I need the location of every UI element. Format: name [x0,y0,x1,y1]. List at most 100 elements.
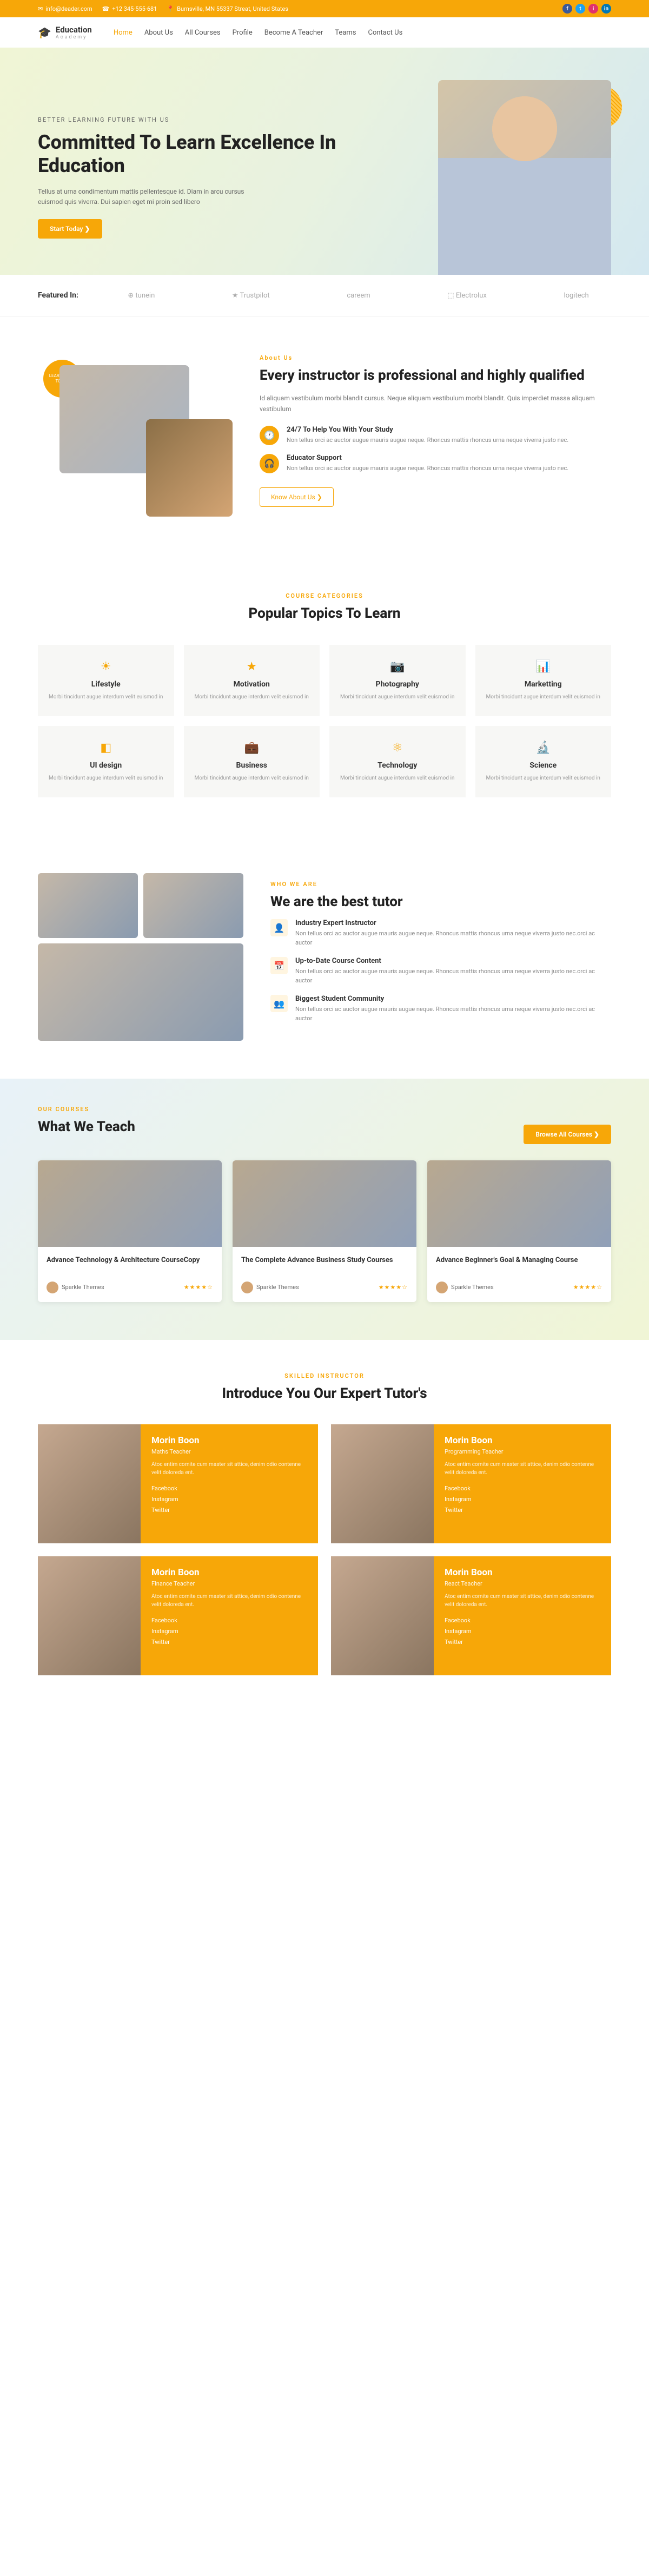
instagram-icon[interactable]: i [588,4,598,14]
categories-title: Popular Topics To Learn [38,605,611,623]
instructor-social-link[interactable]: Instagram [445,1494,600,1505]
category-icon: 📷 [340,660,455,673]
course-rating: ★★★★☆ [573,1284,602,1291]
instructor-social-link[interactable]: Twitter [151,1637,307,1648]
instructor-bio: Atoc entim comite cum master sit attice,… [151,1461,307,1477]
instructor-card-0: Morin BoonMaths TeacherAtoc entim comite… [38,1424,318,1543]
nav-profile[interactable]: Profile [233,29,253,37]
instructor-links: FacebookInstagramTwitter [445,1615,600,1647]
about-feature-1: 🎧Educator SupportNon tellus orci ac auct… [260,454,611,473]
instructor-role: Programming Teacher [445,1448,600,1455]
about-images: LEARN FROM TODAY [38,354,233,517]
nav-contact[interactable]: Contact Us [368,29,403,37]
hero-title: Committed To Learn Excellence In Educati… [38,131,416,177]
instructor-social-link[interactable]: Twitter [445,1505,600,1516]
nav-home[interactable]: Home [114,29,133,37]
who-tag: WHO WE ARE [270,881,611,888]
who-icon: 📅 [270,957,288,974]
feature-icon: 🕐 [260,426,279,445]
courses-tag: OUR COURSES [38,1106,135,1113]
course-author[interactable]: Sparkle Themes [436,1282,494,1293]
course-card-2[interactable]: Advance Beginner's Goal & Managing Cours… [427,1160,611,1302]
instructor-card-3: Morin BoonReact TeacherAtoc entim comite… [331,1556,611,1675]
instructor-social-link[interactable]: Facebook [445,1483,600,1494]
who-item-title: Industry Expert Instructor [295,919,611,927]
courses-title: What We Teach [38,1118,135,1137]
category-title: Business [195,761,309,770]
instructor-social-link[interactable]: Instagram [151,1626,307,1637]
course-title: The Complete Advance Business Study Cour… [241,1256,408,1275]
instructors-title: Introduce You Our Expert Tutor's [38,1385,611,1403]
category-card-2[interactable]: 📷PhotographyMorbi tincidunt augue interd… [329,645,466,716]
category-card-3[interactable]: 📊MarkettingMorbi tincidunt augue interdu… [475,645,612,716]
instructor-links: FacebookInstagramTwitter [151,1615,307,1647]
nav-teams[interactable]: Teams [335,29,356,37]
nav-courses[interactable]: All Courses [185,29,221,37]
partner-electrolux: ⬚ Electrolux [447,292,486,300]
browse-courses-button[interactable]: Browse All Courses ❯ [524,1125,611,1144]
category-title: Technology [340,761,455,770]
avatar-icon [47,1282,58,1293]
instructor-social-link[interactable]: Instagram [445,1626,600,1637]
category-desc: Morbi tincidunt augue interdum velit eui… [195,693,309,701]
avatar-icon [241,1282,253,1293]
instructor-card-1: Morin BoonProgramming TeacherAtoc entim … [331,1424,611,1543]
instructor-social-link[interactable]: Twitter [445,1637,600,1648]
category-card-7[interactable]: 🔬ScienceMorbi tincidunt augue interdum v… [475,726,612,797]
category-card-4[interactable]: ◧UI designMorbi tincidunt augue interdum… [38,726,174,797]
category-title: Lifestyle [49,680,163,689]
instructor-name: Morin Boon [151,1435,307,1446]
nav-about[interactable]: About Us [144,29,173,37]
category-card-1[interactable]: ★MotivationMorbi tincidunt augue interdu… [184,645,320,716]
social-links: f t i in [562,4,611,14]
who-item-0: 👤Industry Expert InstructorNon tellus or… [270,919,611,947]
who-section: WHO WE ARE We are the best tutor 👤Indust… [0,835,649,1079]
instructor-links: FacebookInstagramTwitter [151,1483,307,1515]
who-item-desc: Non tellus orci ac auctor augue mauris a… [295,929,611,947]
start-today-button[interactable]: Start Today ❯ [38,219,102,239]
category-card-0[interactable]: ☀LifestyleMorbi tincidunt augue interdum… [38,645,174,716]
about-desc: Id aliquam vestibulum morbi blandit curs… [260,393,611,415]
topbar-email[interactable]: ✉ info@deader.com [38,5,92,12]
instructor-social-link[interactable]: Instagram [151,1494,307,1505]
course-author[interactable]: Sparkle Themes [47,1282,104,1293]
linkedin-icon[interactable]: in [601,4,611,14]
course-title: Advance Technology & Architecture Course… [47,1256,213,1275]
category-icon: ⚛ [340,741,455,755]
category-desc: Morbi tincidunt augue interdum velit eui… [49,693,163,701]
twitter-icon[interactable]: t [575,4,585,14]
category-title: Motivation [195,680,309,689]
logo-icon: 🎓 [38,26,51,39]
facebook-icon[interactable]: f [562,4,572,14]
instructor-name: Morin Boon [445,1567,600,1578]
about-title: Every instructor is professional and hig… [260,367,611,385]
category-desc: Morbi tincidunt augue interdum velit eui… [195,774,309,782]
course-author[interactable]: Sparkle Themes [241,1282,299,1293]
category-card-6[interactable]: ⚛TechnologyMorbi tincidunt augue interdu… [329,726,466,797]
partner-careem: careem [347,292,370,300]
who-item-title: Up-to-Date Course Content [295,957,611,965]
about-tag: About Us [260,354,611,361]
course-card-0[interactable]: Advance Technology & Architecture Course… [38,1160,222,1302]
course-card-1[interactable]: The Complete Advance Business Study Cour… [233,1160,416,1302]
hero-section: BETTER LEARNING FUTURE WITH US Committed… [0,48,649,275]
instructor-social-link[interactable]: Facebook [151,1615,307,1626]
logo[interactable]: 🎓 EducationAcademy [38,25,92,40]
instructor-social-link[interactable]: Facebook [151,1483,307,1494]
instructor-social-link[interactable]: Twitter [151,1505,307,1516]
instructor-social-link[interactable]: Facebook [445,1615,600,1626]
feature-desc: Non tellus orci ac auctor augue mauris a… [287,464,568,473]
instructor-card-2: Morin BoonFinance TeacherAtoc entim comi… [38,1556,318,1675]
instructor-image [38,1556,141,1675]
topbar-phone[interactable]: ☎ +12 345-555-681 [102,5,157,12]
about-section: LEARN FROM TODAY About Us Every instruct… [0,316,649,554]
who-item-2: 👥Biggest Student CommunityNon tellus orc… [270,995,611,1023]
instructor-image [331,1424,434,1543]
topbar-address: 📍 Burnsville, MN 55337 Streat, United St… [167,5,288,12]
who-item-1: 📅Up-to-Date Course ContentNon tellus orc… [270,957,611,985]
category-card-5[interactable]: 💼BusinessMorbi tincidunt augue interdum … [184,726,320,797]
courses-section: OUR COURSES What We Teach Browse All Cou… [0,1079,649,1340]
nav-teacher[interactable]: Become A Teacher [264,29,323,37]
who-item-title: Biggest Student Community [295,995,611,1003]
know-about-button[interactable]: Know About Us ❯ [260,487,334,507]
